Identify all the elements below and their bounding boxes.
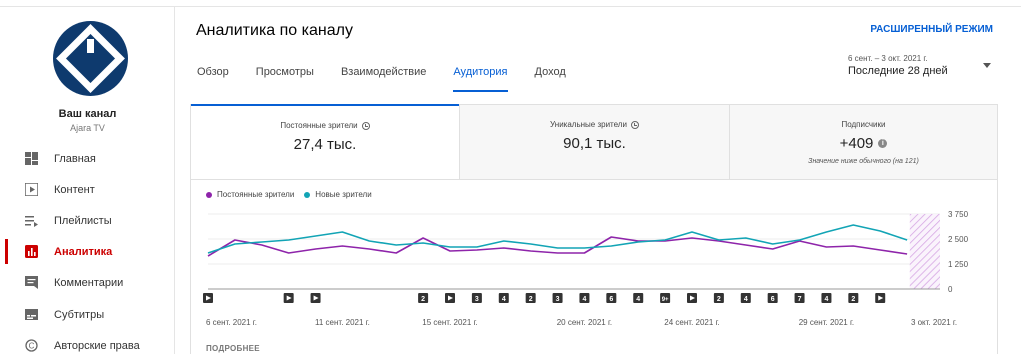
chevron-down-icon[interactable] (983, 63, 991, 68)
channel-logo[interactable] (53, 21, 128, 96)
sidebar-item-label: Плейлисты (54, 214, 112, 227)
sidebar-item-dashboard[interactable]: Главная (0, 143, 174, 174)
channel-name: Ваш канал (58, 108, 117, 120)
clock-icon (361, 121, 370, 130)
info-icon[interactable]: i (878, 139, 888, 148)
metric-subscribers[interactable]: Подписчики +409 i Значение ниже обычного … (729, 105, 997, 180)
tab-overview[interactable]: Обзор (197, 66, 229, 92)
copyright-icon: C (24, 339, 38, 353)
sidebar-item-comments[interactable]: Комментарии (0, 267, 174, 298)
clock-icon (630, 120, 639, 129)
details-link[interactable]: ПОДРОБНЕЕ (206, 344, 260, 353)
tab-views[interactable]: Просмотры (256, 66, 314, 92)
sidebar-item-label: Авторские права (54, 339, 140, 352)
sidebar-item-copyright[interactable]: C Авторские права (0, 330, 174, 354)
legend-dot (206, 191, 212, 198)
metric-value: +409 (839, 135, 874, 152)
sidebar-item-label: Контент (54, 183, 95, 196)
metric-unique-viewers[interactable]: Уникальные зрители 90,1 тыс. (459, 105, 729, 180)
svg-text:C: C (28, 341, 34, 350)
tab-engagement[interactable]: Взаимодействие (341, 66, 426, 92)
analytics-card: Постоянные зрители 27,4 тыс. Уникальные … (190, 104, 998, 354)
subtitles-icon (24, 308, 38, 322)
legend-label: Постоянные зрители (217, 190, 295, 199)
tab-bar: Обзор Просмотры Взаимодействие Аудитория… (197, 66, 593, 92)
tab-revenue[interactable]: Доход (535, 66, 566, 92)
sidebar-item-analytics[interactable]: Аналитика (0, 236, 174, 267)
analytics-icon (24, 245, 38, 259)
metric-label: Подписчики (841, 120, 886, 129)
sidebar-item-label: Главная (54, 152, 96, 165)
sidebar-item-subtitles[interactable]: Субтитры (0, 299, 174, 330)
sidebar-item-playlists[interactable]: Плейлисты (0, 205, 174, 236)
sidebar-item-label: Аналитика (54, 245, 113, 258)
page-title: Аналитика по каналу (196, 22, 353, 39)
metric-value: 90,1 тыс. (563, 135, 626, 152)
date-period-select[interactable]: Последние 28 дней (848, 65, 948, 77)
metric-note: Значение ниже обычного (на 121) (808, 158, 919, 165)
sidebar-item-label: Комментарии (54, 276, 124, 289)
metric-label: Уникальные зрители (550, 120, 627, 129)
comments-icon (24, 276, 38, 290)
metric-returning-viewers[interactable]: Постоянные зрители 27,4 тыс. (191, 104, 459, 180)
sidebar-item-label: Субтитры (54, 308, 105, 321)
legend-item-new[interactable]: Новые зрители (304, 190, 372, 199)
sidebar: Ваш канал Ajara TV Главная Контент Плейл… (0, 7, 175, 354)
metric-label: Постоянные зрители (280, 121, 358, 130)
chart-legend: Постоянные зрители Новые зрители (206, 190, 382, 199)
date-range-text[interactable]: 6 сент. – 3 окт. 2021 г. (848, 54, 928, 63)
legend-item-returning[interactable]: Постоянные зрители (206, 190, 294, 199)
channel-handle: Ajara TV (70, 123, 105, 133)
dashboard-icon (24, 152, 38, 166)
content-icon (24, 183, 38, 197)
sidebar-item-content[interactable]: Контент (0, 174, 174, 205)
tab-audience[interactable]: Аудитория (453, 66, 508, 92)
playlist-icon (24, 214, 38, 228)
top-divider (0, 0, 1021, 7)
legend-dot (304, 191, 311, 198)
advanced-mode-button[interactable]: РАСШИРЕННЫЙ РЕЖИМ (870, 24, 993, 35)
legend-label: Новые зрители (315, 190, 372, 199)
metric-value: 27,4 тыс. (293, 136, 357, 153)
